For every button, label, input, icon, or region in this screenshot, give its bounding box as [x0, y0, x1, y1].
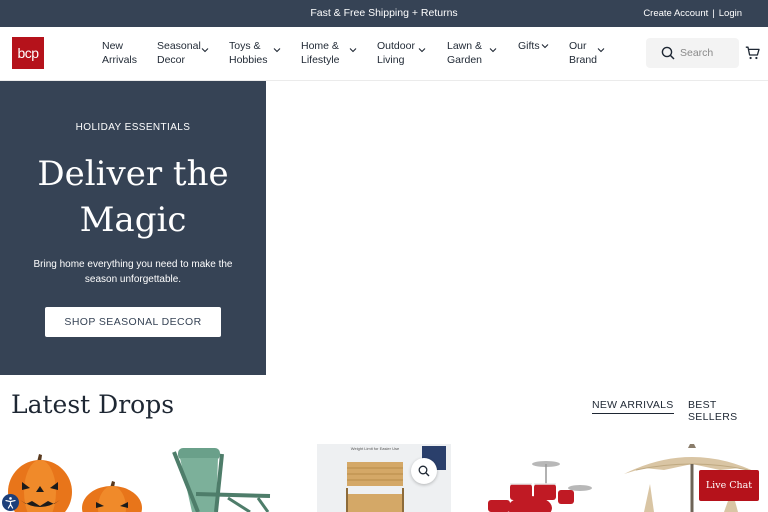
live-chat-button[interactable]: Live Chat: [699, 470, 759, 501]
nav-home-lifestyle[interactable]: Home & Lifestyle: [301, 39, 357, 67]
product-card[interactable]: Weight Limit for Easier Use: [317, 444, 451, 512]
shop-seasonal-decor-button[interactable]: SHOP SEASONAL DECOR: [45, 307, 221, 337]
nav-label-line1: Lawn &: [447, 40, 483, 52]
nav-lawn-garden[interactable]: Lawn & Garden: [447, 39, 497, 67]
chevron-down-icon: [489, 48, 497, 53]
nav-label-line2: Hobbies: [229, 54, 268, 66]
chevron-down-icon: [349, 48, 357, 53]
zoom-icon: [418, 465, 430, 477]
nav-label-line2: Garden: [447, 54, 483, 66]
hero-title: Deliver the Magic: [37, 154, 229, 240]
create-account-link[interactable]: Create Account: [643, 8, 708, 19]
account-separator: |: [712, 8, 715, 19]
brand-logo[interactable]: bcp: [12, 37, 44, 69]
nav-label-line1: Home &: [301, 40, 339, 52]
chevron-down-icon: [201, 48, 209, 53]
product-card[interactable]: [0, 444, 150, 512]
nav-label-line1: New: [102, 40, 124, 52]
chevron-down-icon: [597, 48, 605, 53]
site-header: bcp New Arrivals Seasonal Decor Toys & H…: [0, 27, 768, 81]
tab-new-arrivals[interactable]: NEW ARRIVALS: [592, 399, 674, 414]
zero-gravity-chair-image: [172, 448, 271, 512]
hero-image[interactable]: [266, 81, 768, 375]
hero-kicker: HOLIDAY ESSENTIALS: [75, 122, 191, 133]
nav-seasonal-decor[interactable]: Seasonal Decor: [157, 39, 209, 67]
search-input[interactable]: [680, 45, 736, 61]
nav-label-line2: Lifestyle: [301, 54, 340, 66]
chevron-down-icon: [418, 48, 426, 53]
product-card[interactable]: [470, 444, 610, 512]
nav-label-line2: Decor: [157, 54, 186, 66]
nav-gifts[interactable]: Gifts: [518, 39, 549, 53]
login-link[interactable]: Login: [719, 8, 742, 19]
nav-new-arrivals[interactable]: New Arrivals: [102, 39, 137, 67]
nav-label-line1: Toys &: [229, 40, 261, 52]
announcement-bar: Fast & Free Shipping + Returns Create Ac…: [0, 0, 768, 27]
chevron-down-icon: [273, 48, 281, 53]
nav-label-line1: Gifts: [518, 40, 540, 52]
nav-toys-hobbies[interactable]: Toys & Hobbies: [229, 39, 281, 67]
accessibility-icon: [5, 497, 16, 509]
nav-label-line1: Outdoor: [377, 40, 415, 52]
product-carousel: Weight Limit for Easier Use: [0, 444, 768, 512]
nav-label-line1: Seasonal: [157, 40, 201, 52]
product-badge-text: Weight Limit for Easier Use: [350, 446, 400, 451]
hero-subtitle: Bring home everything you need to make t…: [33, 259, 233, 285]
chevron-down-icon: [541, 44, 549, 49]
tab-best-sellers[interactable]: BEST SELLERS: [688, 399, 768, 423]
search-box[interactable]: [646, 38, 739, 68]
nav-label-line2: Arrivals: [102, 54, 138, 66]
nav-label-line1: Our: [569, 40, 587, 52]
accessibility-button[interactable]: [2, 494, 19, 511]
pumpkin-decor-image: [8, 454, 142, 512]
cart-icon[interactable]: [745, 46, 760, 60]
zoom-button[interactable]: [411, 458, 437, 484]
nav-label-line2: Living: [377, 54, 405, 66]
drum-set-image: [488, 461, 592, 512]
nav-outdoor-living[interactable]: Outdoor Living: [377, 39, 426, 67]
latest-drops-title: Latest Drops: [11, 390, 175, 419]
search-icon[interactable]: [661, 46, 675, 60]
hero-panel: HOLIDAY ESSENTIALS Deliver the Magic Bri…: [0, 81, 266, 375]
nav-our-brand[interactable]: Our Brand: [569, 39, 605, 67]
nav-label-line2: Brand: [569, 54, 598, 66]
product-card[interactable]: [158, 444, 288, 512]
account-links: Create Account | Login: [643, 8, 742, 19]
